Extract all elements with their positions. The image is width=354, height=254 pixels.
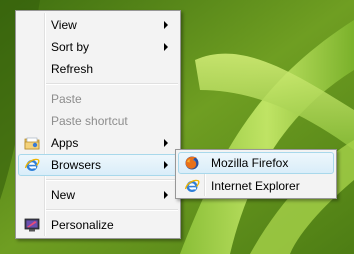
menu-item-apps[interactable]: Apps <box>18 132 178 154</box>
personalize-monitor-icon <box>24 217 40 233</box>
submenu-arrow-icon <box>164 43 168 51</box>
menu-item-label: Refresh <box>51 62 94 76</box>
menu-item-mozilla-firefox[interactable]: Mozilla Firefox <box>178 152 334 174</box>
menu-item-personalize[interactable]: Personalize <box>18 214 178 236</box>
menu-separator <box>46 179 178 181</box>
firefox-icon <box>184 155 200 171</box>
menu-item-refresh[interactable]: Refresh <box>18 58 178 80</box>
submenu-arrow-icon <box>164 139 168 147</box>
menu-item-internet-explorer[interactable]: Internet Explorer <box>178 175 334 197</box>
menu-item-view[interactable]: View <box>18 14 178 36</box>
submenu-arrow-icon <box>164 21 168 29</box>
menu-item-sort-by[interactable]: Sort by <box>18 36 178 58</box>
menu-item-label: Paste <box>51 92 82 106</box>
menu-item-label: Mozilla Firefox <box>211 156 289 170</box>
menu-separator <box>46 209 178 211</box>
desktop-context-menu: View Sort by Refresh Paste Paste shortcu… <box>15 10 181 239</box>
submenu-arrow-icon <box>164 191 168 199</box>
menu-item-paste-shortcut[interactable]: Paste shortcut <box>18 110 178 132</box>
internet-explorer-icon <box>184 178 200 194</box>
menu-separator <box>46 83 178 85</box>
menu-item-label: Internet Explorer <box>211 179 300 193</box>
menu-item-label: Personalize <box>51 218 114 232</box>
menu-item-label: Browsers <box>51 158 102 172</box>
menu-item-new[interactable]: New <box>18 184 178 206</box>
menu-item-paste[interactable]: Paste <box>18 88 178 110</box>
menu-item-label: Sort by <box>51 40 90 54</box>
submenu-arrow-icon <box>164 161 168 169</box>
menu-item-browsers[interactable]: Browsers <box>18 154 178 176</box>
menu-item-label: Apps <box>51 136 79 150</box>
menu-item-label: New <box>51 188 76 202</box>
folder-apps-icon <box>24 135 40 151</box>
menu-item-label: View <box>51 18 77 32</box>
menu-item-label: Paste shortcut <box>51 114 128 128</box>
internet-explorer-icon <box>24 157 40 173</box>
browsers-submenu: Mozilla Firefox Internet Explorer <box>175 149 337 199</box>
